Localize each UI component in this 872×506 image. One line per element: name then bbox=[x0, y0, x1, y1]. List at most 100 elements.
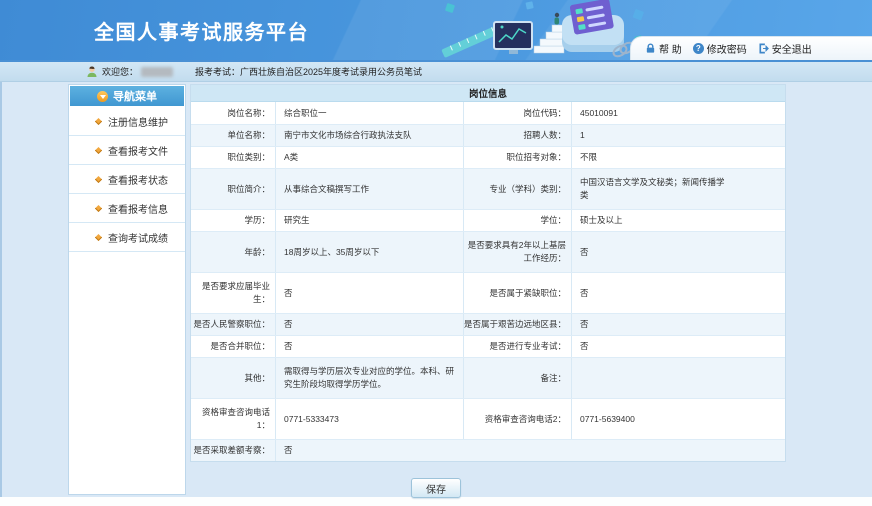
field-label: 资格审查咨询电话1： bbox=[191, 399, 275, 439]
change-password-link[interactable]: ? 修改密码 bbox=[693, 41, 747, 56]
field-label: 岗位名称： bbox=[191, 102, 275, 124]
field-value: 1 bbox=[571, 125, 785, 146]
field-value: 否 bbox=[275, 440, 785, 461]
sidebar-item-label: 查询考试成绩 bbox=[108, 230, 168, 245]
question-icon: ? bbox=[693, 43, 704, 54]
field-label: 单位名称： bbox=[191, 125, 275, 146]
field-value: 否 bbox=[571, 273, 785, 313]
exam-name: 广西壮族自治区2025年度考试录用公务员笔试 bbox=[240, 67, 422, 77]
avatar-icon bbox=[86, 65, 98, 78]
field-value: 45010091 bbox=[571, 102, 785, 124]
sidebar-item-label: 查看报考文件 bbox=[108, 143, 168, 158]
menu-bullet-icon bbox=[95, 117, 102, 124]
header-illustration bbox=[438, 0, 653, 62]
field-value: 否 bbox=[571, 336, 785, 357]
field-value: 否 bbox=[571, 314, 785, 335]
table-row: 其他： 需取得与学历层次专业对应的学位。本科、研究生阶段均取得学历学位。 备注： bbox=[191, 357, 785, 398]
menu-bullet-icon bbox=[95, 233, 102, 240]
field-label: 招聘人数： bbox=[463, 125, 571, 146]
sidebar-item[interactable]: 查看报考信息 bbox=[69, 194, 185, 223]
field-label: 学历： bbox=[191, 210, 275, 231]
field-value: A类 bbox=[275, 147, 463, 168]
field-value: 否 bbox=[275, 273, 463, 313]
person-icon bbox=[555, 13, 560, 25]
table-row: 学历： 研究生 学位： 硕士及以上 bbox=[191, 209, 785, 231]
welcome-bar: 欢迎您： 报考考试：广西壮族自治区2025年度考试录用公务员笔试 bbox=[0, 62, 872, 82]
welcome-greeting-label: 欢迎您： bbox=[102, 65, 138, 78]
table-row: 岗位名称： 综合职位一 岗位代码： 45010091 bbox=[191, 102, 785, 124]
cube-icon bbox=[633, 9, 645, 21]
stairs-icon bbox=[534, 25, 564, 53]
sidebar-item-label: 注册信息维护 bbox=[108, 114, 168, 129]
field-label: 备注： bbox=[463, 358, 571, 398]
field-label: 年龄： bbox=[191, 232, 275, 272]
field-label: 是否进行专业考试： bbox=[463, 336, 571, 357]
field-label: 专业（学科）类别： bbox=[463, 169, 571, 209]
sidebar-title: 导航菜单 bbox=[113, 88, 157, 104]
help-link[interactable]: 帮 助 bbox=[645, 41, 682, 56]
field-label: 资格审查咨询电话2： bbox=[463, 399, 571, 439]
page: 全国人事考试服务平台 bbox=[0, 0, 872, 506]
field-label: 职位招考对象： bbox=[463, 147, 571, 168]
field-label: 是否属于紧缺职位： bbox=[463, 273, 571, 313]
header: 全国人事考试服务平台 bbox=[0, 0, 872, 62]
utility-bar: 帮 助 ? 修改密码 安全退出 bbox=[630, 36, 872, 60]
table-caption: 岗位信息 bbox=[191, 85, 785, 102]
table-row: 是否采取差额考察： 否 bbox=[191, 439, 785, 461]
field-value: 南宁市文化市场综合行政执法支队 bbox=[275, 125, 463, 146]
help-link-label: 帮 助 bbox=[659, 41, 682, 56]
field-label: 是否合并职位： bbox=[191, 336, 275, 357]
field-value: 综合职位一 bbox=[275, 102, 463, 124]
field-label: 职位类别： bbox=[191, 147, 275, 168]
field-value: 否 bbox=[275, 314, 463, 335]
field-value: 18周岁以上、35周岁以下 bbox=[275, 232, 463, 272]
field-label: 岗位代码： bbox=[463, 102, 571, 124]
footer-strip bbox=[0, 497, 872, 506]
lock-icon bbox=[645, 43, 656, 54]
exit-icon bbox=[758, 43, 769, 54]
page-title: 全国人事考试服务平台 bbox=[94, 16, 309, 45]
table-row: 资格审查咨询电话1： 0771-5333473 资格审查咨询电话2： 0771-… bbox=[191, 398, 785, 439]
menu-bullet-icon bbox=[95, 204, 102, 211]
sidebar-item[interactable]: 注册信息维护 bbox=[69, 107, 185, 136]
sidebar-item[interactable]: 查看报考状态 bbox=[69, 165, 185, 194]
table-row: 是否合并职位： 否 是否进行专业考试： 否 bbox=[191, 335, 785, 357]
job-info-table: 岗位名称： 综合职位一 岗位代码： 45010091 单位名称： 南宁市文化市场… bbox=[191, 102, 785, 461]
user-name-redacted bbox=[141, 67, 173, 77]
sidebar-item-label: 查看报考状态 bbox=[108, 172, 168, 187]
field-value: 研究生 bbox=[275, 210, 463, 231]
change-password-label: 修改密码 bbox=[707, 41, 747, 56]
sidebar-item[interactable]: 查看报考文件 bbox=[69, 136, 185, 165]
table-row: 年龄： 18周岁以上、35周岁以下 是否要求具有2年以上基层工作经历： 否 bbox=[191, 231, 785, 272]
table-row: 是否人民警察职位： 否 是否属于艰苦边远地区县： 否 bbox=[191, 313, 785, 335]
table-row: 职位类别： A类 职位招考对象： 不限 bbox=[191, 146, 785, 168]
logout-link[interactable]: 安全退出 bbox=[758, 41, 812, 56]
field-value: 0771-5333473 bbox=[275, 399, 463, 439]
sidebar-menu: 注册信息维护 查看报考文件 查看报考状态 查看报考信息 查询考试成绩 bbox=[69, 107, 185, 252]
table-row: 单位名称： 南宁市文化市场综合行政执法支队 招聘人数： 1 bbox=[191, 124, 785, 146]
save-button[interactable]: 保存 bbox=[411, 478, 461, 498]
field-label: 是否人民警察职位： bbox=[191, 314, 275, 335]
job-info-panel: 岗位信息 岗位名称： 综合职位一 岗位代码： 45010091 单位名称： 南宁… bbox=[190, 84, 786, 462]
monitor-icon bbox=[494, 22, 532, 54]
field-value: 从事综合文稿撰写工作 bbox=[275, 169, 463, 209]
cube-icon bbox=[525, 1, 533, 9]
field-label: 是否要求具有2年以上基层工作经历： bbox=[463, 232, 571, 272]
exam-label: 报考考试： bbox=[195, 67, 240, 77]
isometric-scene-graphic bbox=[438, 0, 653, 62]
field-value: 0771-5639400 bbox=[571, 399, 785, 439]
sidebar: 导航菜单 注册信息维护 查看报考文件 查看报考状态 查看报考信息 查询考试成绩 bbox=[68, 84, 186, 495]
sidebar-item-label: 查看报考信息 bbox=[108, 201, 168, 216]
field-value: 否 bbox=[571, 232, 785, 272]
sidebar-item[interactable]: 查询考试成绩 bbox=[69, 223, 185, 252]
exam-info: 报考考试：广西壮族自治区2025年度考试录用公务员笔试 bbox=[195, 65, 422, 78]
logout-label: 安全退出 bbox=[772, 41, 812, 56]
cube-icon bbox=[445, 3, 455, 13]
menu-bullet-icon bbox=[95, 175, 102, 182]
field-label: 是否采取差额考察： bbox=[191, 440, 275, 461]
table-row: 职位简介： 从事综合文稿撰写工作 专业（学科）类别： 中国汉语言文学及文秘类；新… bbox=[191, 168, 785, 209]
sidebar-header: 导航菜单 bbox=[70, 86, 184, 106]
menu-bullet-icon bbox=[95, 146, 102, 153]
field-label: 是否要求应届毕业生： bbox=[191, 273, 275, 313]
field-value: 否 bbox=[275, 336, 463, 357]
